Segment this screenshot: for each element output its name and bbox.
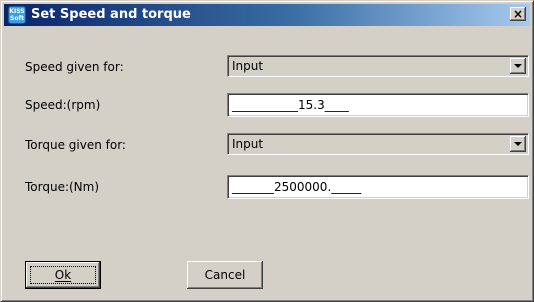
torque-value: _______2500000._____ (232, 180, 362, 194)
speed-label: Speed:(rpm) (25, 98, 101, 112)
torque-input[interactable]: _______2500000._____ (227, 175, 529, 199)
app-icon-text: KISS Soft (9, 8, 25, 22)
title-bar[interactable]: KISS Soft Set Speed and torque × (4, 4, 530, 26)
dialog-title: Set Speed and torque (31, 7, 191, 22)
torque-given-for-label: Torque given for: (25, 138, 126, 152)
ok-button-label: Ok (54, 268, 72, 282)
speed-given-for-select[interactable]: Input (227, 55, 529, 77)
close-icon: × (512, 7, 524, 21)
app-icon: KISS Soft (8, 6, 26, 24)
speed-value: ___________15.3____ (232, 98, 349, 112)
cancel-button-label: Cancel (204, 268, 246, 282)
cancel-button[interactable]: Cancel (187, 261, 263, 289)
speed-given-for-label: Speed given for: (25, 60, 124, 74)
torque-label: Torque:(Nm) (25, 180, 100, 194)
ok-button[interactable]: Ok (25, 261, 101, 289)
chevron-down-icon[interactable] (510, 58, 526, 74)
torque-given-for-value: Input (232, 137, 264, 151)
torque-given-for-select[interactable]: Input (227, 133, 529, 155)
speed-input[interactable]: ___________15.3____ (227, 93, 529, 117)
chevron-down-icon[interactable] (510, 136, 526, 152)
speed-given-for-value: Input (232, 59, 264, 73)
close-button[interactable]: × (510, 7, 526, 21)
dialog-window: KISS Soft Set Speed and torque × Speed g… (0, 0, 534, 302)
